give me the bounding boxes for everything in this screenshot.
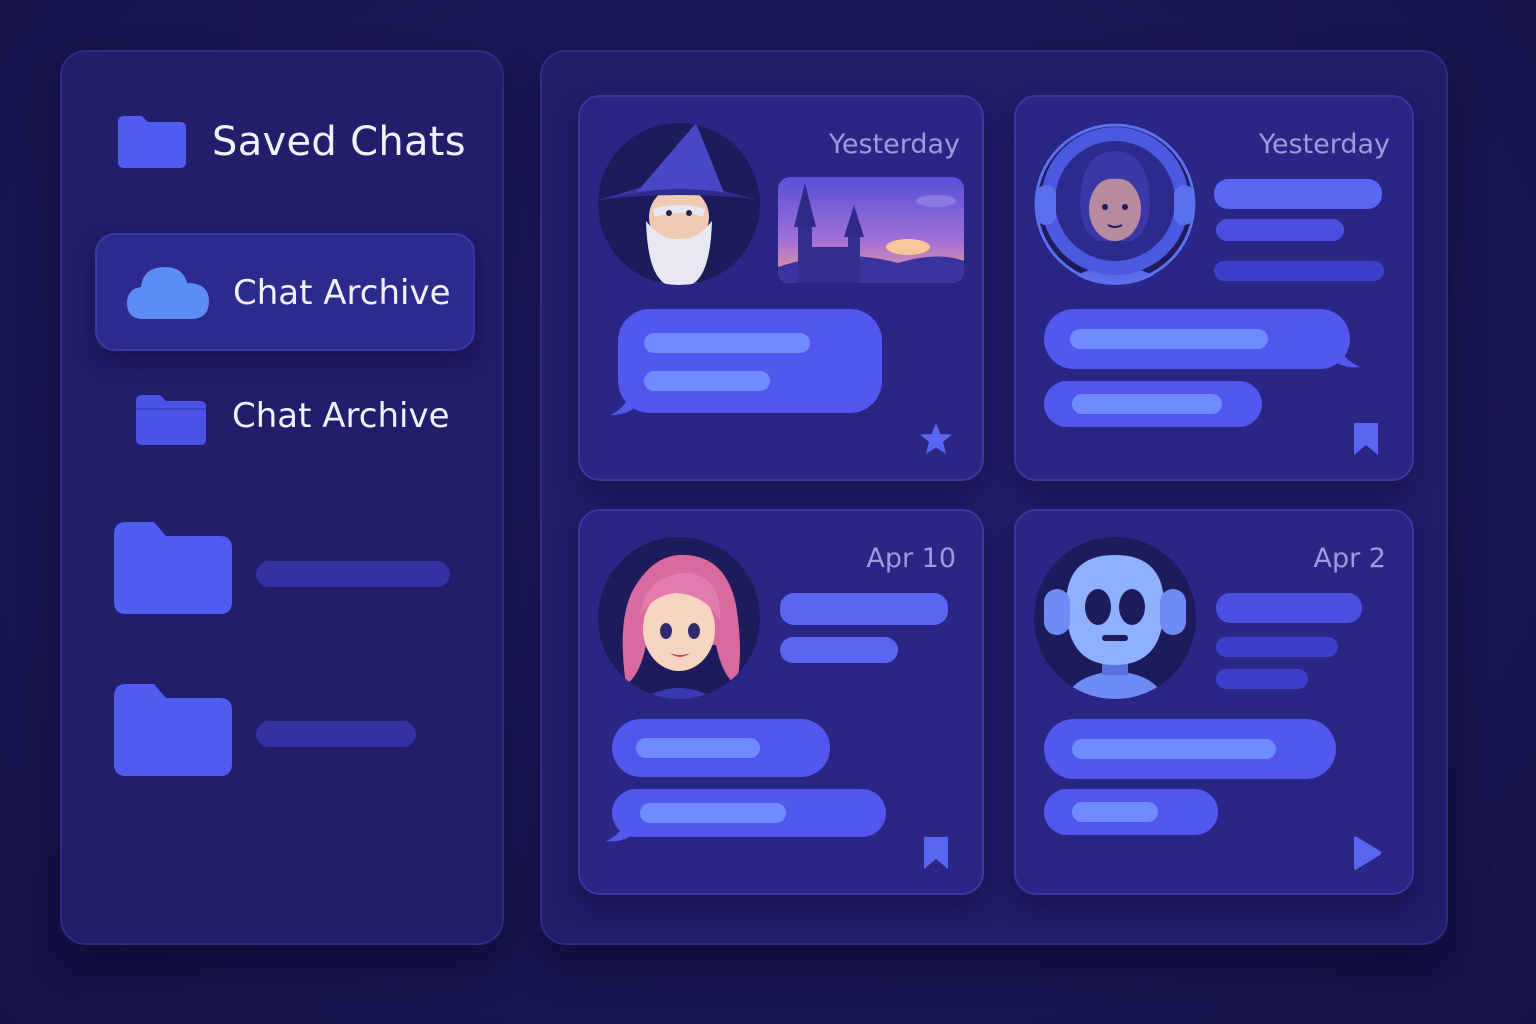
folder-icon bbox=[118, 116, 186, 168]
preview-line bbox=[1216, 593, 1362, 623]
folder-icon bbox=[114, 522, 232, 614]
chat-card-astronaut[interactable]: Yesterday bbox=[1014, 95, 1414, 481]
astronaut-avatar bbox=[1034, 123, 1196, 285]
message-line bbox=[640, 803, 786, 823]
chat-card-wizard[interactable]: Yesterday bbox=[578, 95, 984, 481]
message-line bbox=[644, 371, 770, 391]
message-line bbox=[1072, 802, 1158, 822]
message-bubble bbox=[612, 789, 886, 837]
preview-line bbox=[780, 637, 898, 663]
star-icon[interactable] bbox=[918, 421, 954, 457]
sidebar-item-folder[interactable] bbox=[110, 517, 470, 617]
bookmark-icon[interactable] bbox=[918, 835, 954, 871]
chat-date: Apr 2 bbox=[1313, 543, 1386, 574]
message-bubble bbox=[612, 719, 830, 777]
folder-label-placeholder bbox=[256, 721, 416, 747]
chat-date: Apr 10 bbox=[866, 543, 956, 574]
preview-line bbox=[1216, 669, 1308, 689]
sidebar-title: Saved Chats bbox=[212, 119, 466, 165]
message-bubble bbox=[1044, 381, 1262, 427]
bubble-tail bbox=[1332, 341, 1360, 368]
message-bubble bbox=[1044, 719, 1336, 779]
message-bubble bbox=[618, 309, 882, 413]
play-icon[interactable] bbox=[1348, 835, 1384, 871]
folder-label-placeholder bbox=[256, 561, 450, 587]
wizard-avatar bbox=[598, 123, 760, 285]
preview-line bbox=[1214, 261, 1384, 281]
message-line bbox=[644, 333, 810, 353]
sidebar-header: Saved Chats bbox=[114, 114, 466, 170]
bookmark-icon[interactable] bbox=[1348, 421, 1384, 457]
chat-card-robot[interactable]: Apr 2 bbox=[1014, 509, 1414, 895]
preview-line bbox=[1216, 637, 1338, 657]
chat-date: Yesterday bbox=[1258, 129, 1390, 160]
sidebar-item-label: Chat Archive bbox=[232, 396, 450, 436]
message-line bbox=[1072, 394, 1222, 414]
girl-avatar bbox=[598, 537, 760, 699]
sidebar-item-folder[interactable] bbox=[110, 679, 470, 779]
message-bubble bbox=[1044, 789, 1218, 835]
robot-avatar bbox=[1034, 537, 1196, 699]
message-bubble bbox=[1044, 309, 1350, 369]
chat-card-girl[interactable]: Apr 10 bbox=[578, 509, 984, 895]
message-line bbox=[1070, 329, 1268, 349]
castle-image bbox=[778, 177, 964, 283]
bubble-tail bbox=[606, 815, 634, 842]
page: Saved Chats Chat Archive Chat Archive Ye… bbox=[0, 0, 1536, 1024]
cloud-icon bbox=[127, 267, 209, 319]
message-line bbox=[1072, 739, 1276, 759]
folder-icon bbox=[114, 684, 232, 776]
preview-line bbox=[1214, 179, 1382, 209]
sidebar-item-label: Chat Archive bbox=[233, 273, 451, 313]
sidebar: Saved Chats Chat Archive Chat Archive bbox=[60, 50, 504, 945]
sidebar-item-chat-archive[interactable]: Chat Archive bbox=[134, 390, 474, 450]
message-line bbox=[636, 738, 760, 758]
preview-line bbox=[780, 593, 948, 625]
bubble-tail bbox=[610, 387, 638, 415]
preview-line bbox=[1216, 219, 1344, 241]
chat-grid-panel: Yesterday Yesterday Apr 10 Apr 2 bbox=[540, 50, 1448, 945]
sidebar-item-chat-archive-active[interactable]: Chat Archive bbox=[95, 233, 475, 351]
chat-date: Yesterday bbox=[828, 129, 960, 160]
folder-icon bbox=[136, 395, 206, 445]
